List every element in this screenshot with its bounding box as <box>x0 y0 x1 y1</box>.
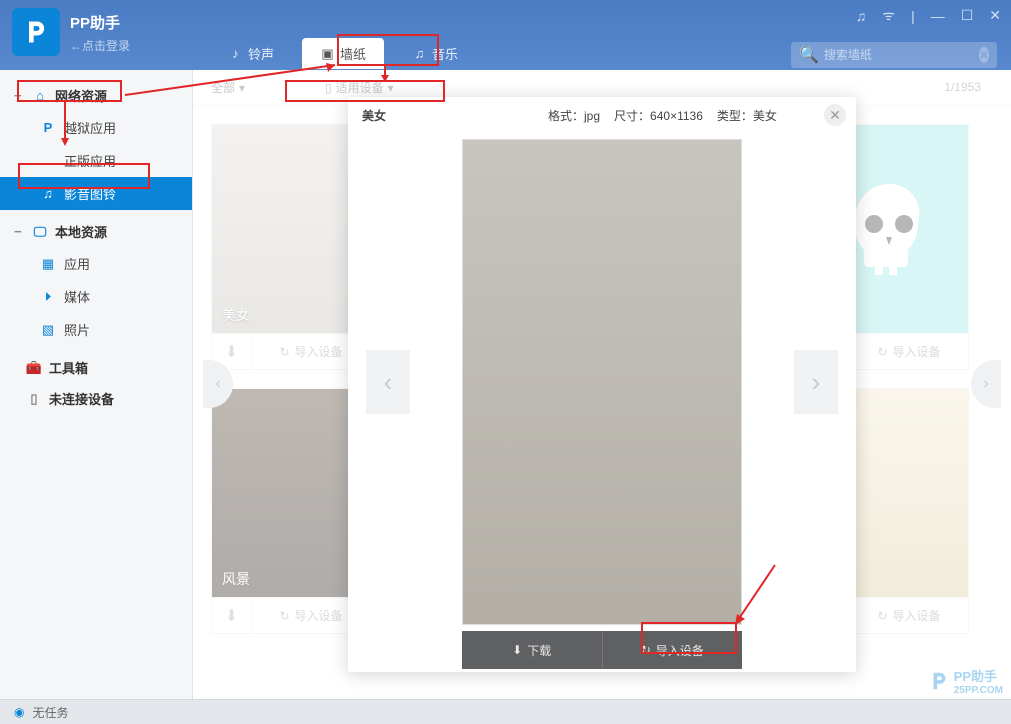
home-icon: ⌂ <box>32 88 48 104</box>
apple-icon <box>40 153 56 169</box>
maximize-button[interactable]: ☐ <box>961 7 974 24</box>
sidebar-label: 正版应用 <box>64 151 116 170</box>
tab-label: 音乐 <box>432 44 458 63</box>
app-logo <box>12 8 60 56</box>
sidebar-item-apps[interactable]: ▦ 应用 <box>0 247 192 280</box>
sidebar-label: 越狱应用 <box>64 118 116 137</box>
status-text: 无任务 <box>32 704 68 721</box>
wallpaper-preview-modal: 美女 格式：jpg 尺寸：640×1136 类型：美女 ✕ ‹ › ⬇ 下载 ↻… <box>348 97 856 672</box>
preview-next-button[interactable]: › <box>794 350 838 414</box>
login-hint[interactable]: ←点击登录 <box>70 37 130 54</box>
tab-label: 铃声 <box>248 44 274 63</box>
tab-wallpaper[interactable]: ▣ 墙纸 <box>302 38 384 69</box>
sidebar-group-network[interactable]: − ⌂ 网络资源 <box>0 80 192 111</box>
video-icon: ⏵ <box>40 289 56 305</box>
wallpaper-icon: ▣ <box>320 46 335 61</box>
modal-header: 美女 格式：jpg 尺寸：640×1136 类型：美女 ✕ <box>348 97 856 133</box>
search-clear-icon[interactable]: ✕ <box>979 47 989 63</box>
sidebar-label: 未连接设备 <box>49 389 114 408</box>
collapse-icon: − <box>14 88 25 103</box>
search-box[interactable]: 🔍 ✕ <box>791 42 997 68</box>
sidebar-group-local[interactable]: − 🖵 本地资源 <box>0 216 192 247</box>
sidebar-item-media-local[interactable]: ⏵ 媒体 <box>0 280 192 313</box>
sidebar-label: 照片 <box>64 320 90 339</box>
tab-music[interactable]: ♫ 音乐 <box>394 38 476 69</box>
device-icon: ▯ <box>26 391 42 407</box>
modal-download-button[interactable]: ⬇ 下载 <box>462 631 603 669</box>
sidebar-label: 网络资源 <box>55 86 107 105</box>
wallpaper-preview-image <box>462 139 742 625</box>
minimize-button[interactable]: — <box>931 8 945 24</box>
download-icon: ⬇ <box>512 643 522 657</box>
app-title: PP助手 <box>70 12 130 33</box>
titlebar: PP助手 ←点击登录 ♫ ᯤ | — ☐ ✕ ♪ 铃声 ▣ 墙纸 ♫ 音乐 🔍 … <box>0 0 1011 70</box>
sidebar-label: 本地资源 <box>55 222 107 241</box>
sidebar-item-jailbreak[interactable]: P 越狱应用 <box>0 111 192 144</box>
refresh-icon: ↻ <box>641 643 651 657</box>
search-input[interactable] <box>824 48 979 62</box>
modal-title: 美女 <box>362 107 386 124</box>
music-icon[interactable]: ♫ <box>856 8 867 24</box>
sidebar-label: 媒体 <box>64 287 90 306</box>
p-icon: P <box>40 120 56 136</box>
photo-icon: ▧ <box>40 322 56 338</box>
collapse-icon: − <box>14 224 25 239</box>
sidebar-item-official[interactable]: 正版应用 <box>0 144 192 177</box>
modal-import-button[interactable]: ↻ 导入设备 <box>603 631 743 669</box>
grid-icon: ▦ <box>40 256 56 272</box>
media-tabs: ♪ 铃声 ▣ 墙纸 ♫ 音乐 <box>210 38 476 69</box>
toolbox-icon: 🧰 <box>26 360 42 376</box>
sidebar: − ⌂ 网络资源 P 越狱应用 正版应用 ♫ 影音图铃 − 🖵 本地资源 ▦ 应… <box>0 70 193 699</box>
sidebar-item-media[interactable]: ♫ 影音图铃 <box>0 177 192 210</box>
media-icon: ♫ <box>40 186 56 202</box>
sidebar-item-photos[interactable]: ▧ 照片 <box>0 313 192 346</box>
monitor-icon: 🖵 <box>32 224 48 240</box>
music-tab-icon: ♫ <box>412 46 427 61</box>
sidebar-label: 应用 <box>64 254 90 273</box>
window-controls: ♫ ᯤ | — ☐ ✕ <box>856 6 1001 25</box>
watermark: PP助手25PP.COM <box>928 666 1003 696</box>
tab-ringtone[interactable]: ♪ 铃声 <box>210 38 292 69</box>
ringtone-icon: ♪ <box>228 46 243 61</box>
sidebar-label: 工具箱 <box>49 358 88 377</box>
search-icon: 🔍 <box>799 45 819 65</box>
statusbar: ◉ 无任务 <box>0 699 1011 724</box>
divider: | <box>911 8 915 24</box>
sidebar-label: 影音图铃 <box>64 184 116 203</box>
tab-label: 墙纸 <box>340 44 366 63</box>
task-icon: ◉ <box>14 705 24 719</box>
modal-meta: 格式：jpg 尺寸：640×1136 类型：美女 <box>548 107 777 124</box>
sidebar-nodevice[interactable]: ▯ 未连接设备 <box>0 383 192 414</box>
modal-close-button[interactable]: ✕ <box>824 104 846 126</box>
preview-prev-button[interactable]: ‹ <box>366 350 410 414</box>
wifi-icon[interactable]: ᯤ <box>882 6 895 25</box>
close-button[interactable]: ✕ <box>989 7 1001 24</box>
sidebar-toolbox[interactable]: 🧰 工具箱 <box>0 352 192 383</box>
